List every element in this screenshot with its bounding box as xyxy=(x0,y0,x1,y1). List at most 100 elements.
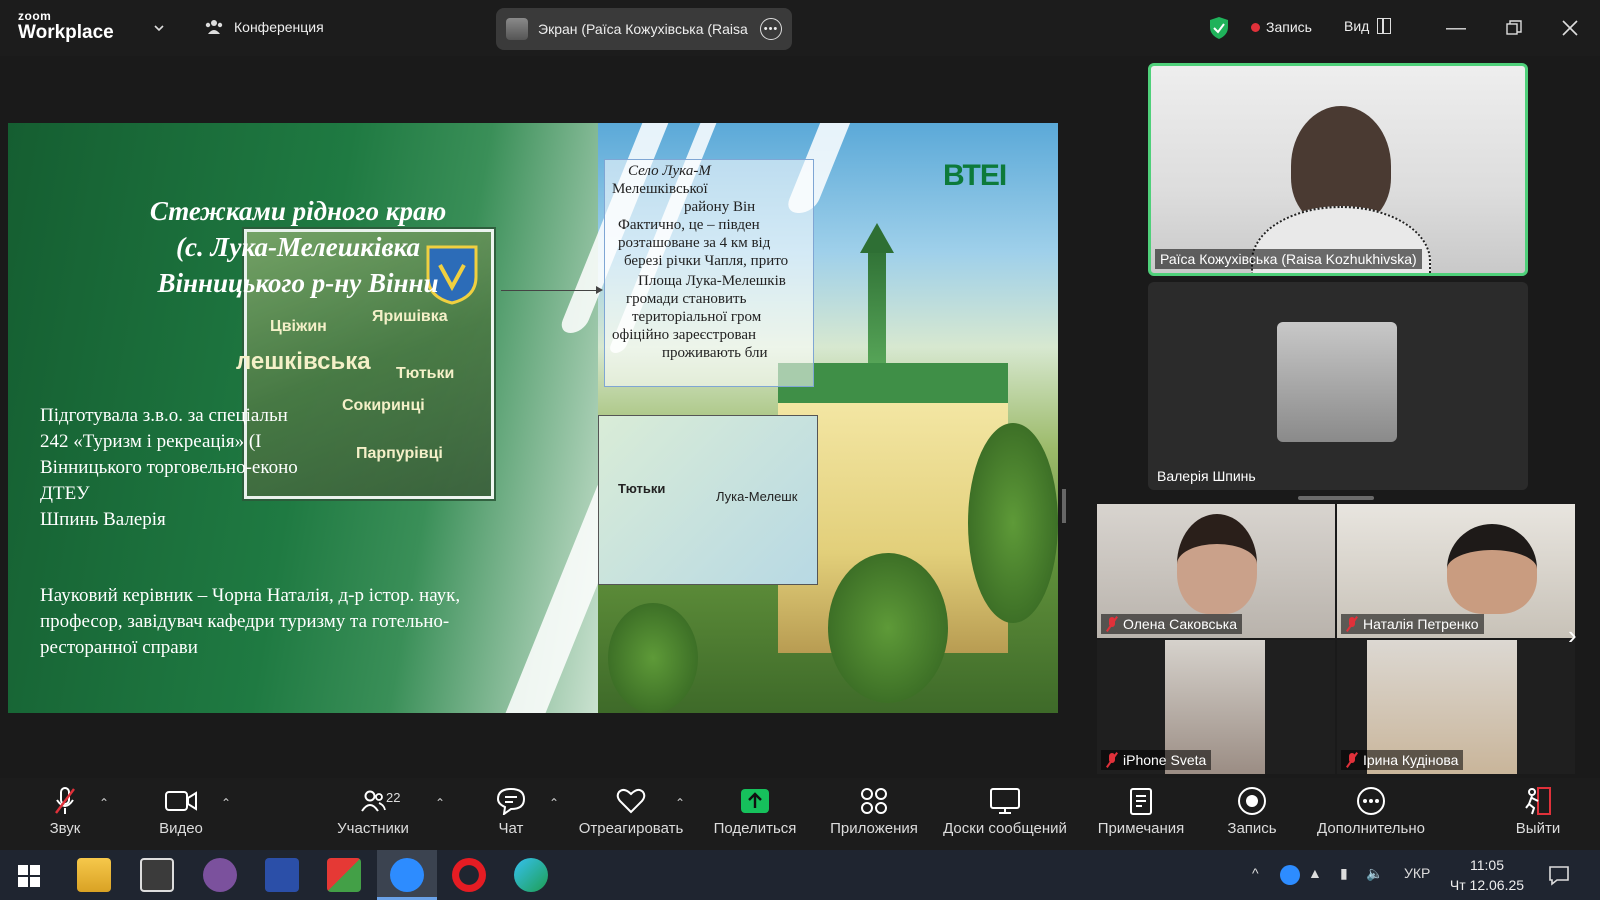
whiteboard-icon xyxy=(989,786,1021,816)
participant-name-label: Наталія Петренко xyxy=(1363,616,1479,632)
chat-options-icon[interactable]: ⌃ xyxy=(549,796,559,810)
video-tile-speaker[interactable]: Раїса Кожухівська (Raisa Kozhukhivska) xyxy=(1148,63,1528,276)
save-disk-icon[interactable] xyxy=(265,858,299,892)
slide-text: офіційно зареєстрован xyxy=(612,327,757,343)
slide-text: громади становить xyxy=(626,291,747,307)
video-tile[interactable]: Олена Саковська xyxy=(1097,504,1335,638)
next-page-icon[interactable]: › xyxy=(1568,620,1577,651)
participants-label: Участники xyxy=(337,820,409,837)
apps-button[interactable]: Приложения xyxy=(814,786,934,837)
clock[interactable]: 11:05 Чт 12.06.25 xyxy=(1447,855,1527,895)
logo-product: Workplace xyxy=(18,22,114,43)
tree-illustration xyxy=(828,553,948,703)
calculator-icon[interactable] xyxy=(140,858,174,892)
react-options-icon[interactable]: ⌃ xyxy=(675,796,685,810)
leave-button[interactable]: Выйти xyxy=(1478,786,1598,837)
slide-text: територіальної гром xyxy=(632,309,762,325)
slide-text: Фактично, це – півден xyxy=(618,217,760,233)
participant-name: Олена Саковська xyxy=(1101,614,1243,634)
share-button[interactable]: Поделиться xyxy=(695,786,815,837)
participant-name-label: Раїса Кожухівська (Raisa Kozhukhivska) xyxy=(1160,251,1417,267)
clock-time: 11:05 xyxy=(1470,857,1504,873)
tree-illustration xyxy=(608,603,698,713)
windows-start-icon[interactable] xyxy=(18,865,40,887)
aerial-label: Сокиринці xyxy=(342,397,425,414)
more-button[interactable]: Дополнительно xyxy=(1311,786,1431,837)
notes-button[interactable]: Примечания xyxy=(1081,786,1201,837)
share-label: Поделиться xyxy=(713,820,797,837)
record-icon xyxy=(1237,786,1267,816)
title-bar: zoom Workplace Конференция Экран (Раїса … xyxy=(0,0,1600,56)
os-taskbar: ^ ▲ ▮ 🔈 УКР 11:05 Чт 12.06.25 xyxy=(0,850,1600,900)
logo-brand: zoom xyxy=(18,9,52,23)
tree-illustration xyxy=(968,423,1058,623)
notes-icon xyxy=(1128,786,1154,816)
video-tile[interactable]: Наталія Петренко xyxy=(1337,504,1575,638)
slide-title-line: (с. Лука-Мелешківка xyxy=(175,232,421,262)
view-label: Вид xyxy=(1344,18,1370,34)
chevron-down-icon[interactable] xyxy=(153,22,165,34)
video-label: Видео xyxy=(159,820,203,837)
video-button[interactable]: Видео xyxy=(121,786,241,837)
zoom-app-icon[interactable] xyxy=(390,858,424,892)
recording-indicator[interactable]: Запись xyxy=(1251,19,1312,35)
aerial-label: лешківська xyxy=(236,348,371,375)
screen-share-indicator[interactable]: Экран (Раїса Кожухівська (Raisa I ••• xyxy=(496,8,792,50)
video-tile[interactable]: iPhone Sveta xyxy=(1097,640,1335,774)
audio-button[interactable]: Звук xyxy=(5,786,125,837)
more-label: Дополнительно xyxy=(1317,820,1425,837)
participant-video xyxy=(1447,524,1537,614)
aerial-label: Яришівка xyxy=(372,308,448,325)
app-icon[interactable] xyxy=(327,858,361,892)
recording-label: Запись xyxy=(1266,19,1312,35)
chat-button[interactable]: Чат xyxy=(451,786,571,837)
audio-options-icon[interactable]: ⌃ xyxy=(99,796,109,810)
video-options-icon[interactable]: ⌃ xyxy=(221,796,231,810)
slide-text: проживають бли xyxy=(662,345,768,361)
drive-tray-icon[interactable]: ▲ xyxy=(1308,865,1322,881)
slide-text: Мелешківської xyxy=(612,181,708,197)
file-explorer-icon[interactable] xyxy=(77,858,111,892)
building-spire xyxy=(860,223,894,373)
notes-label: Примечания xyxy=(1097,820,1185,837)
zoom-logo[interactable]: zoom Workplace xyxy=(18,10,114,42)
close-icon[interactable] xyxy=(1556,14,1584,42)
meeting-info[interactable]: Конференция xyxy=(204,18,324,36)
participant-name: Валерія Шпинь xyxy=(1152,466,1261,486)
usb-tray-icon[interactable]: ▮ xyxy=(1340,865,1348,882)
record-button[interactable]: Запись xyxy=(1192,786,1312,837)
video-tile-valeria[interactable]: Валерія Шпинь xyxy=(1148,282,1528,490)
slide-title: Стежками рідного краю (с. Лука-Мелешківк… xyxy=(58,193,538,301)
more-options-icon[interactable]: ••• xyxy=(760,18,782,40)
institute-logo: ВТЕІ xyxy=(943,159,1007,192)
shield-icon[interactable] xyxy=(1208,16,1230,40)
minimize-icon[interactable]: — xyxy=(1442,14,1470,42)
slide-text: розташоване за 4 км від xyxy=(618,235,771,251)
share-screen-icon xyxy=(740,786,770,816)
resize-handle[interactable] xyxy=(1062,489,1066,523)
tile-scroll-indicator[interactable] xyxy=(1298,496,1374,500)
shared-screen[interactable]: Цвіжин Яришівка лешківська Тютьки Сокири… xyxy=(8,123,1058,713)
video-tile[interactable]: Ірина Кудінова xyxy=(1337,640,1575,774)
map-label: Тютьки xyxy=(618,481,666,496)
participants-options-icon[interactable]: ⌃ xyxy=(435,796,445,810)
participant-name-label: Валерія Шпинь xyxy=(1157,468,1256,484)
participants-button[interactable]: 22 Участники xyxy=(313,786,433,837)
edge-icon[interactable] xyxy=(514,858,548,892)
notifications-icon[interactable] xyxy=(1548,864,1570,886)
language-indicator[interactable]: УКР xyxy=(1404,865,1430,881)
react-button[interactable]: Отреагировать xyxy=(571,786,691,837)
volume-icon[interactable]: 🔈 xyxy=(1366,865,1383,882)
mic-muted-icon xyxy=(51,786,79,816)
share-title: Экран (Раїса Кожухівська (Raisa I xyxy=(538,21,750,37)
zoom-tray-icon[interactable] xyxy=(1280,865,1300,885)
whiteboards-button[interactable]: Доски сообщений xyxy=(943,786,1067,837)
participant-name: iPhone Sveta xyxy=(1101,750,1212,770)
viber-icon[interactable] xyxy=(203,858,237,892)
slide-author: Підготувала з.в.о. за спеціальн 242 «Тур… xyxy=(40,405,298,530)
slide-title-line: Вінницького р-ну Вінни xyxy=(157,268,439,298)
view-button[interactable]: Вид xyxy=(1344,18,1392,34)
tray-chevron-icon[interactable]: ^ xyxy=(1252,865,1259,881)
restore-icon[interactable] xyxy=(1500,14,1528,42)
opera-icon[interactable] xyxy=(452,858,486,892)
